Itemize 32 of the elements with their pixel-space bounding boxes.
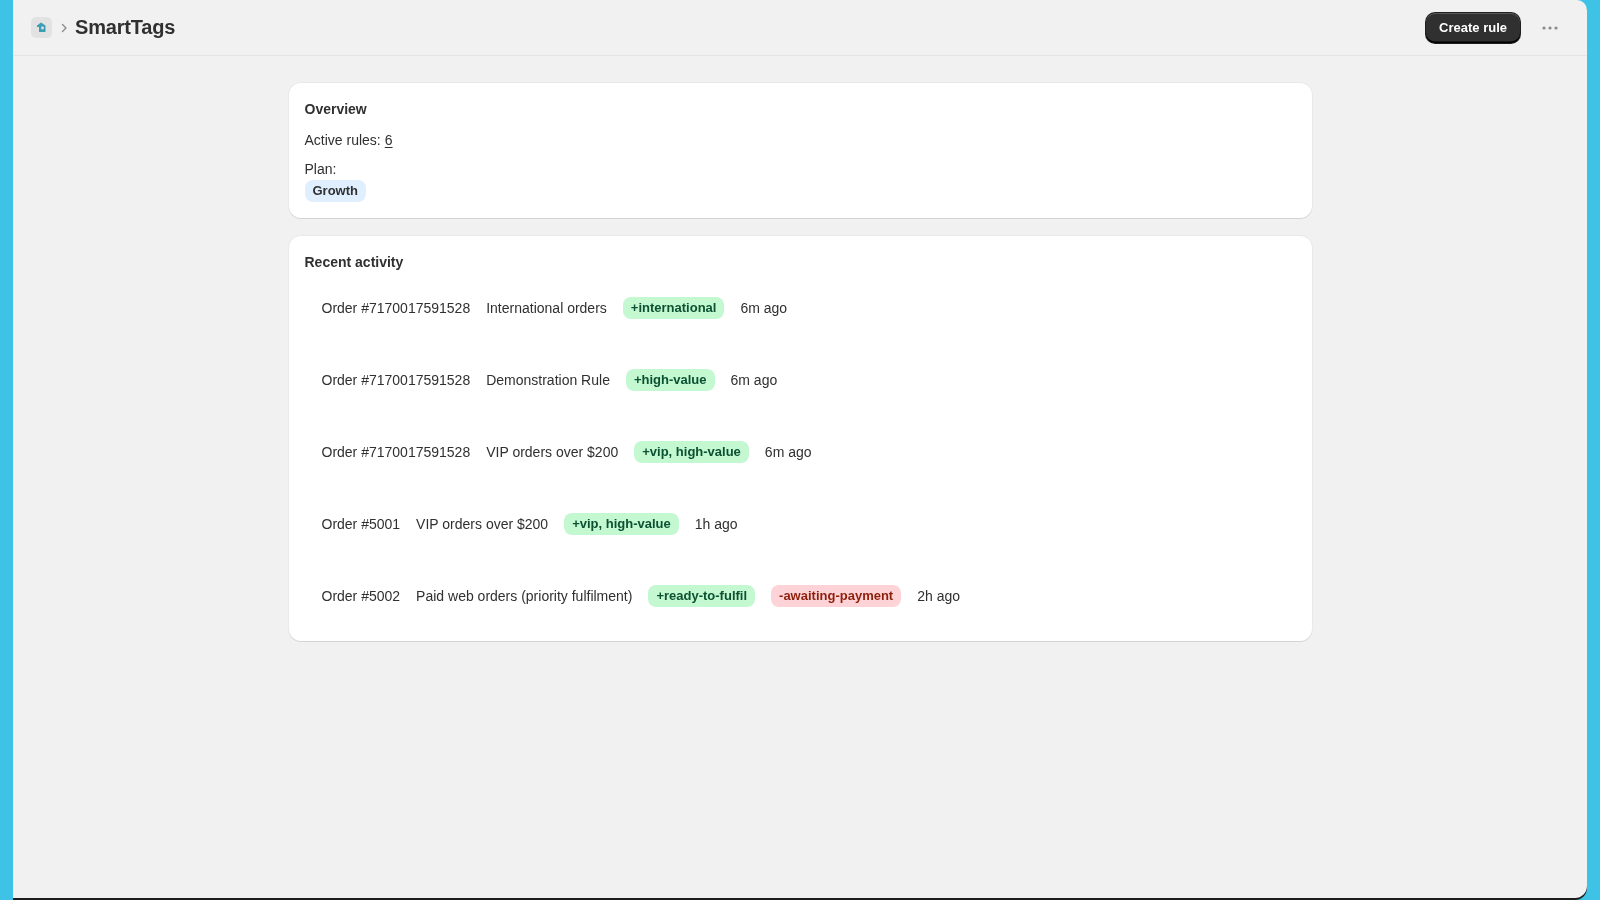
chevron-right-icon [60, 22, 68, 33]
order-number: Order #7170017591528 [321, 372, 471, 388]
added-tag: +international [622, 297, 725, 319]
app-icon[interactable] [31, 17, 52, 38]
order-number: Order #5002 [321, 588, 401, 604]
rule-name: Demonstration Rule [486, 372, 610, 388]
plan-label: Plan: [304, 160, 337, 179]
plan-badge: Growth [304, 180, 366, 202]
active-rules-link[interactable]: 6 [384, 130, 393, 150]
card-title: Recent activity [304, 253, 404, 272]
card-title: Overview [304, 100, 367, 119]
order-number: Order #5001 [321, 516, 401, 532]
activity-time: 1h ago [694, 516, 738, 532]
active-rules-label: Active rules: [304, 131, 381, 150]
activity-time: 6m ago [730, 372, 778, 388]
activity-time: 2h ago [917, 588, 960, 604]
more-icon [1542, 25, 1558, 30]
order-number: Order #7170017591528 [321, 444, 471, 460]
rule-name: VIP orders over $200 [486, 444, 619, 460]
order-number: Order #7170017591528 [321, 300, 471, 316]
added-tag: +ready-to-fulfil [648, 585, 756, 607]
added-tag: +vip, high-value [634, 441, 749, 463]
added-tag: +vip, high-value [564, 513, 679, 535]
removed-tag: -awaiting-payment [771, 585, 902, 607]
rule-name: Paid web orders (priority fulfilment) [416, 588, 633, 604]
app-title: SmartTags [75, 16, 176, 39]
added-tag: +high-value [625, 369, 715, 391]
rule-name: VIP orders over $200 [416, 516, 549, 532]
create-rule-button[interactable]: Create rule [1426, 12, 1520, 43]
activity-time: 6m ago [740, 300, 788, 316]
activity-time: 6m ago [764, 444, 812, 460]
rule-name: International orders [486, 300, 607, 316]
